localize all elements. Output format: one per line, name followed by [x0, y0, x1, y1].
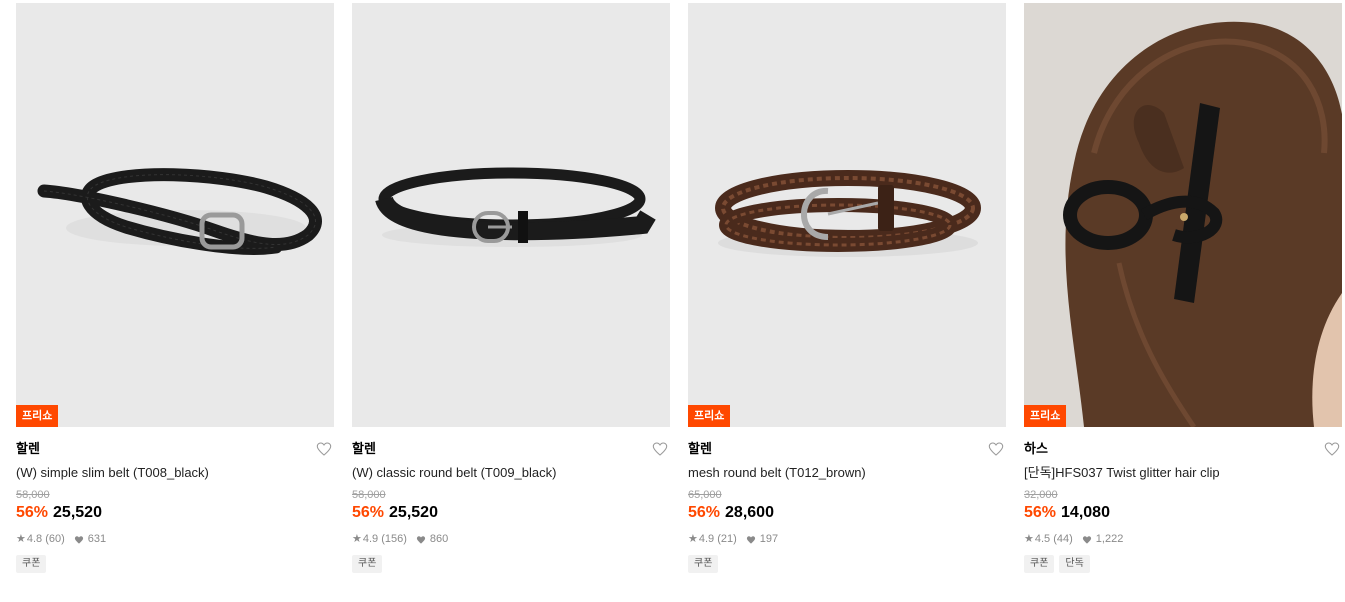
- review-count: (21): [717, 533, 737, 545]
- product-grid: 프리쇼 할렌 (W) simple slim belt (T008_black)…: [16, 3, 1342, 573]
- tag-list: 쿠폰: [352, 555, 670, 573]
- coupon-tag: 쿠폰: [352, 555, 383, 573]
- heart-filled-icon: [746, 535, 755, 544]
- heart-icon[interactable]: [316, 441, 332, 457]
- star-icon: ★: [16, 533, 26, 545]
- product-name[interactable]: mesh round belt (T012_brown): [688, 464, 1006, 482]
- discount-rate: 56%: [1024, 504, 1057, 521]
- product-name[interactable]: (W) classic round belt (T009_black): [352, 464, 670, 482]
- preshow-badge: 프리쇼: [16, 405, 59, 427]
- price-row: 56% 28,600: [688, 503, 1006, 523]
- original-price: 58,000: [352, 489, 386, 501]
- price-row: 56% 25,520: [16, 503, 334, 523]
- product-image[interactable]: [352, 3, 670, 427]
- product-stats: ★ 4.5 (44) 1,222: [1024, 532, 1342, 546]
- rating: 4.9: [362, 533, 379, 545]
- tag-list: 쿠폰 단독: [1024, 555, 1342, 573]
- price-row: 56% 14,080: [1024, 503, 1342, 523]
- braided-belt-image: [715, 170, 981, 257]
- sale-price: 14,080: [1061, 504, 1110, 521]
- product-image[interactable]: 프리쇼: [1024, 3, 1342, 427]
- discount-rate: 56%: [688, 504, 721, 521]
- product-stats: ★ 4.8 (60) 631: [16, 532, 334, 546]
- discount-rate: 56%: [16, 504, 49, 521]
- brand-name[interactable]: 할렌: [16, 441, 40, 456]
- coupon-tag: 쿠폰: [16, 555, 47, 573]
- review-count: (156): [381, 533, 407, 545]
- heart-filled-icon: [1082, 535, 1091, 544]
- rating: 4.9: [698, 533, 715, 545]
- discount-rate: 56%: [352, 504, 385, 521]
- slim-belt-image: [37, 168, 322, 255]
- round-belt-image: [375, 167, 656, 247]
- brand-name[interactable]: 하스: [1024, 441, 1048, 456]
- like-count: 860: [429, 533, 449, 545]
- review-count: (44): [1053, 533, 1073, 545]
- heart-icon[interactable]: [652, 441, 668, 457]
- rating: 4.8: [26, 533, 43, 545]
- sale-price: 25,520: [53, 504, 102, 521]
- preshow-badge: 프리쇼: [688, 405, 731, 427]
- product-card[interactable]: 할렌 (W) classic round belt (T009_black) 5…: [352, 3, 670, 573]
- rating: 4.5: [1034, 533, 1051, 545]
- coupon-tag: 쿠폰: [1024, 555, 1055, 573]
- hair-clip-image: [1024, 3, 1342, 427]
- brand-name[interactable]: 할렌: [352, 441, 376, 456]
- exclusive-tag: 단독: [1059, 555, 1090, 573]
- star-icon: ★: [352, 533, 362, 545]
- coupon-tag: 쿠폰: [688, 555, 719, 573]
- original-price: 58,000: [16, 489, 50, 501]
- tag-list: 쿠폰: [688, 555, 1006, 573]
- like-count: 1,222: [1095, 533, 1124, 545]
- product-name[interactable]: [단독]HFS037 Twist glitter hair clip: [1024, 464, 1342, 482]
- heart-filled-icon: [74, 535, 83, 544]
- sale-price: 25,520: [389, 504, 438, 521]
- original-price: 65,000: [688, 489, 722, 501]
- product-image[interactable]: 프리쇼: [688, 3, 1006, 427]
- like-count: 631: [87, 533, 107, 545]
- star-icon: ★: [1024, 533, 1034, 545]
- tag-list: 쿠폰: [16, 555, 334, 573]
- product-name[interactable]: (W) simple slim belt (T008_black): [16, 464, 334, 482]
- review-count: (60): [45, 533, 65, 545]
- brand-name[interactable]: 할렌: [688, 441, 712, 456]
- heart-icon[interactable]: [1324, 441, 1340, 457]
- original-price: 32,000: [1024, 489, 1058, 501]
- sale-price: 28,600: [725, 504, 774, 521]
- product-stats: ★ 4.9 (21) 197: [688, 532, 1006, 546]
- star-icon: ★: [688, 533, 698, 545]
- price-row: 56% 25,520: [352, 503, 670, 523]
- preshow-badge: 프리쇼: [1024, 405, 1067, 427]
- product-card[interactable]: 프리쇼 할렌 (W) simple slim belt (T008_black)…: [16, 3, 334, 573]
- product-image[interactable]: 프리쇼: [16, 3, 334, 427]
- heart-icon[interactable]: [988, 441, 1004, 457]
- product-card[interactable]: 프리쇼 하스 [단독]HFS037 Twist glitter hair cli…: [1024, 3, 1342, 573]
- product-stats: ★ 4.9 (156) 860: [352, 532, 670, 546]
- like-count: 197: [759, 533, 779, 545]
- product-card[interactable]: 프리쇼 할렌 mesh round belt (T012_brown) 65,0…: [688, 3, 1006, 573]
- heart-filled-icon: [416, 535, 426, 544]
